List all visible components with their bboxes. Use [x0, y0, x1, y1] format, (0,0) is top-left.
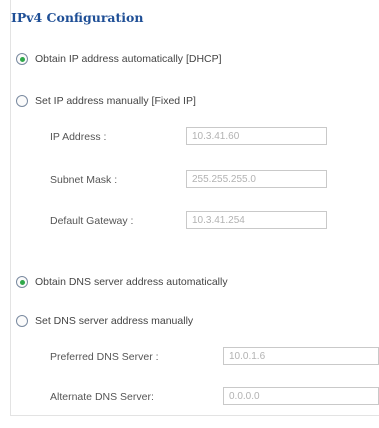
ip-manual-radio[interactable] — [16, 95, 28, 107]
ip-auto-radio[interactable] — [16, 53, 28, 65]
dns-auto-radio[interactable] — [16, 276, 28, 288]
default-gateway-label: Default Gateway : — [50, 215, 134, 227]
subnet-mask-label: Subnet Mask : — [50, 174, 118, 186]
dns-auto-label: Obtain DNS server address automatically — [35, 276, 228, 288]
ip-manual-option[interactable]: Set IP address manually [Fixed IP] — [16, 95, 196, 107]
dns-manual-label: Set DNS server address manually — [35, 315, 194, 327]
ip-manual-label: Set IP address manually [Fixed IP] — [35, 95, 196, 107]
ip-address-label: IP Address : — [50, 131, 107, 143]
dns-auto-option[interactable]: Obtain DNS server address automatically — [16, 276, 228, 288]
ip-auto-option[interactable]: Obtain IP address automatically [DHCP] — [16, 53, 222, 65]
subnet-mask-input[interactable] — [186, 170, 327, 188]
alternate-dns-input[interactable] — [223, 387, 379, 405]
preferred-dns-label: Preferred DNS Server : — [50, 351, 159, 363]
dns-manual-radio[interactable] — [16, 315, 28, 327]
default-gateway-input[interactable] — [186, 211, 327, 229]
section-title: IPv4 Configuration — [11, 10, 144, 25]
ip-auto-label: Obtain IP address automatically [DHCP] — [35, 53, 222, 65]
ip-address-input[interactable] — [186, 127, 327, 145]
dns-manual-option[interactable]: Set DNS server address manually — [16, 315, 193, 327]
preferred-dns-input[interactable] — [223, 347, 379, 365]
alternate-dns-label: Alternate DNS Server: — [50, 391, 154, 403]
